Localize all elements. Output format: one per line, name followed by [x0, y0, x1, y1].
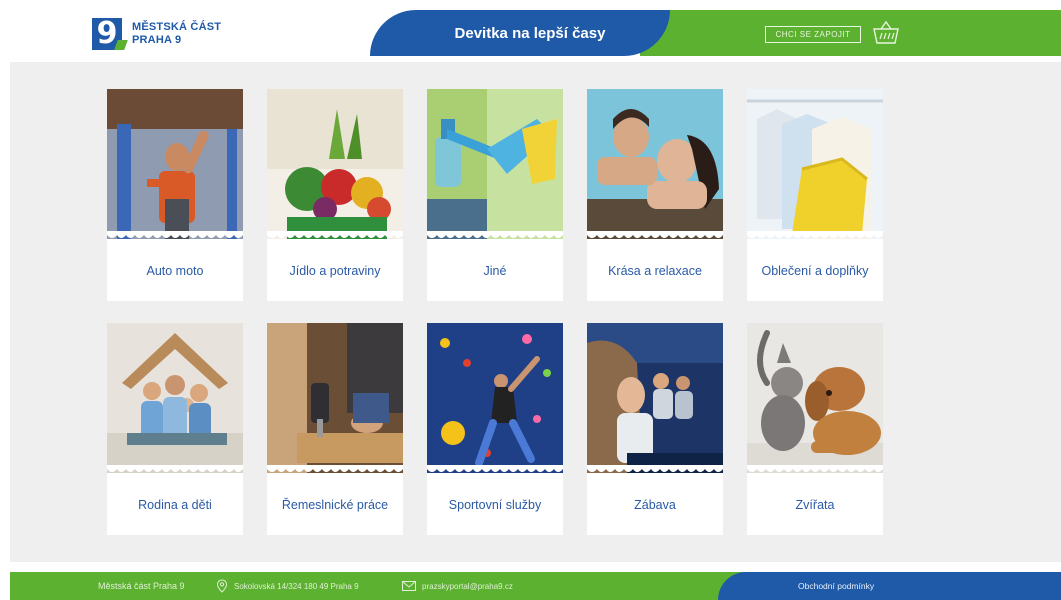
footer-address-text: Sokolovská 14/324 180 49 Praha 9 — [234, 581, 359, 591]
category-label: Řemeslnické práce — [281, 498, 389, 512]
category-image-food — [267, 89, 403, 239]
page-title: Devitka na lepší časy — [454, 24, 606, 42]
category-tile-animals[interactable]: Zvířata — [747, 323, 883, 535]
category-tile-beauty[interactable]: Krása a relaxace — [587, 89, 723, 301]
scallop-divider — [267, 465, 403, 472]
site-header: 9 MĚSTSKÁ ČÁST PRAHA 9 Devitka na lepší … — [0, 0, 1061, 62]
scallop-divider — [587, 231, 723, 238]
category-tile-sports[interactable]: Sportovní služby — [427, 323, 563, 535]
category-tile-auto-moto[interactable]: Auto moto — [107, 89, 243, 301]
category-image-other — [427, 89, 563, 239]
category-label: Oblečení a doplňky — [761, 264, 869, 278]
terms-link[interactable]: Obchodní podmínky — [798, 572, 874, 600]
scallop-divider — [427, 465, 563, 472]
logo-text: MĚSTSKÁ ČÁST PRAHA 9 — [132, 21, 221, 47]
category-tile-clothing[interactable]: Oblečení a doplňky — [747, 89, 883, 301]
category-grid: Auto moto Jídlo a potraviny Jiné Krása a… — [107, 89, 883, 535]
join-button[interactable]: CHCI SE ZAPOJIT — [765, 26, 861, 43]
category-label: Jídlo a potraviny — [289, 264, 381, 278]
category-image-family — [107, 323, 243, 473]
scallop-divider — [107, 465, 243, 472]
category-label: Auto moto — [146, 264, 204, 278]
scallop-divider — [267, 231, 403, 238]
logo-mark-digit: 9 — [96, 16, 118, 51]
logo-line-1: MĚSTSKÁ ČÁST — [132, 21, 222, 33]
category-label: Zvířata — [795, 498, 835, 512]
site-logo[interactable]: 9 MĚSTSKÁ ČÁST PRAHA 9 — [92, 14, 242, 54]
footer-email[interactable]: prazskyportal@praha9.cz — [402, 572, 513, 600]
scallop-divider — [107, 231, 243, 238]
category-image-entertainment — [587, 323, 723, 473]
category-label: Rodina a děti — [138, 498, 212, 512]
category-label: Krása a relaxace — [608, 264, 702, 278]
category-tile-family[interactable]: Rodina a děti — [107, 323, 243, 535]
category-image-crafts — [267, 323, 403, 473]
envelope-icon — [402, 581, 416, 591]
footer-org-name: Městská část Praha 9 — [98, 581, 185, 591]
category-image-animals — [747, 323, 883, 473]
main-content: Auto moto Jídlo a potraviny Jiné Krása a… — [10, 62, 1061, 562]
category-label: Jiné — [483, 264, 507, 278]
footer-blue-band — [718, 572, 1061, 600]
footer-email-text: prazskyportal@praha9.cz — [422, 581, 513, 591]
category-image-beauty — [587, 89, 723, 239]
scallop-divider — [747, 465, 883, 472]
category-tile-crafts[interactable]: Řemeslnické práce — [267, 323, 403, 535]
category-tile-other[interactable]: Jiné — [427, 89, 563, 301]
category-image-auto-moto — [107, 89, 243, 239]
site-footer: Městská část Praha 9 Sokolovská 14/324 1… — [10, 572, 1061, 600]
scallop-divider — [747, 231, 883, 238]
scallop-divider — [427, 231, 563, 238]
category-label: Zábava — [634, 498, 676, 512]
footer-address: Sokolovská 14/324 180 49 Praha 9 — [216, 572, 359, 600]
logo-line-2: PRAHA 9 — [132, 34, 182, 46]
category-label: Sportovní služby — [448, 498, 542, 512]
category-image-sports — [427, 323, 563, 473]
category-tile-food[interactable]: Jídlo a potraviny — [267, 89, 403, 301]
logo-mark: 9 — [92, 16, 128, 51]
category-image-clothing — [747, 89, 883, 239]
basket-icon[interactable] — [872, 20, 900, 46]
category-tile-entertainment[interactable]: Zábava — [587, 323, 723, 535]
scallop-divider — [587, 465, 723, 472]
logo-leaf — [114, 40, 128, 50]
location-pin-icon — [216, 579, 228, 593]
